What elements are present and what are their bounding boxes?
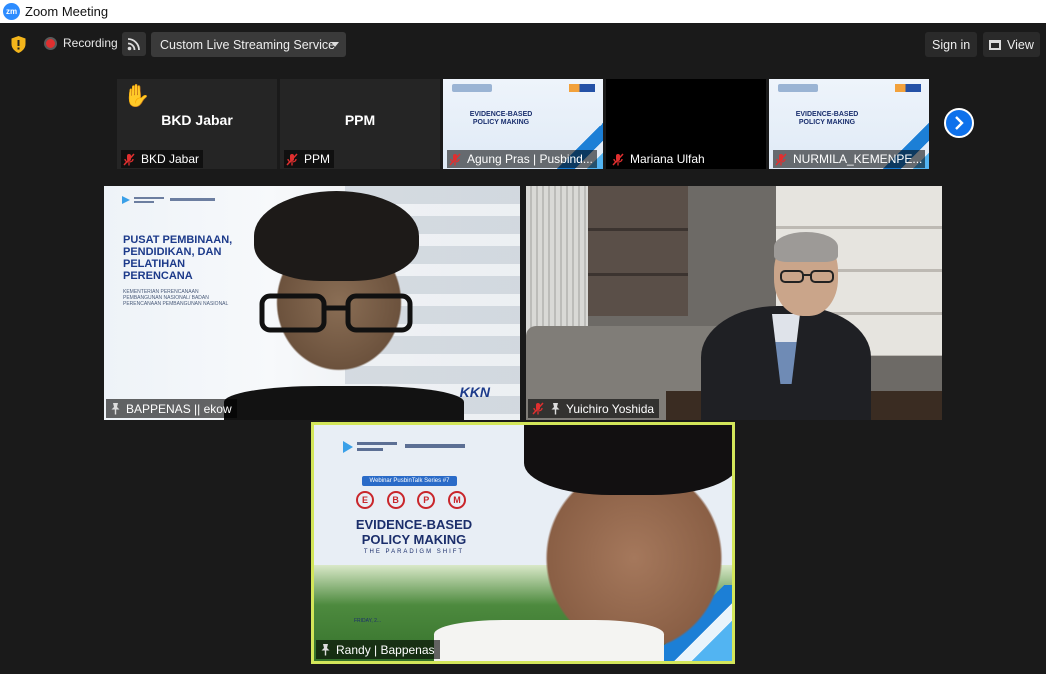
- participant-thumbnail[interactable]: PPM PPM: [280, 79, 440, 169]
- background-dark-shelf: [588, 186, 688, 316]
- slide-subtitle: KEMENTERIAN PERENCANAAN PEMBANGUNAN NASI…: [123, 289, 229, 307]
- sign-in-button[interactable]: Sign in: [925, 32, 978, 57]
- participant-thumbnail[interactable]: Mariana Ulfah: [606, 79, 766, 169]
- ebpm-letter: E: [356, 491, 374, 509]
- slide-title: PUSAT PEMBINAAN, PENDIDIKAN, DAN PELATIH…: [123, 234, 233, 282]
- slide-partner-logos: [895, 84, 921, 92]
- slide-partner-logos: [569, 84, 595, 92]
- slide-logo: [778, 84, 818, 92]
- zoom-logo-icon: zm: [3, 3, 20, 20]
- next-page-button[interactable]: [944, 108, 974, 138]
- security-shield-icon[interactable]: [10, 35, 27, 54]
- microphone-muted-icon: [286, 152, 298, 166]
- slide-corner-logo: KKN: [459, 384, 490, 400]
- ebpm-letter: B: [386, 491, 405, 509]
- participant-name-label: NURMILA_KEMENPE...: [773, 150, 925, 168]
- ebpm-letter: P: [417, 491, 436, 509]
- chevron-down-icon: [331, 42, 339, 47]
- participant-name: Agung Pras | Pusbind...: [467, 152, 593, 166]
- participant-name-label: Yuichiro Yoshida: [528, 399, 660, 418]
- microphone-muted-icon: [612, 152, 624, 166]
- video-tile[interactable]: PUSAT PEMBINAAN, PENDIDIKAN, DAN PELATIH…: [104, 186, 520, 420]
- raised-hand-icon: ✋: [123, 83, 151, 108]
- participant-thumbnail[interactable]: ✋ BKD Jabar BKD Jabar: [117, 79, 277, 169]
- participant-thumbnail[interactable]: EVIDENCE-BASED POLICY MAKING NURMILA_KEM…: [769, 79, 929, 169]
- title-bar: zm Zoom Meeting: [0, 0, 1046, 23]
- stream-service-dropdown[interactable]: Custom Live Streaming Service: [151, 32, 346, 57]
- slide-logo: [343, 441, 465, 453]
- webinar-series-badge: Webinar PusbinTalk Series #7: [362, 476, 457, 486]
- participant-shirt: [434, 620, 664, 661]
- rss-icon: [127, 38, 140, 51]
- slide-date-text: FRIDAY, 2...: [354, 618, 382, 624]
- participant-name: BKD Jabar: [141, 152, 200, 166]
- participant-name-label: Agung Pras | Pusbind...: [447, 150, 597, 168]
- participant-hair: [774, 232, 838, 262]
- participant-name-label: BAPPENAS || ekow: [106, 399, 237, 418]
- window-title: Zoom Meeting: [25, 4, 109, 19]
- view-button[interactable]: View: [983, 32, 1040, 57]
- participant-name: PPM: [304, 152, 331, 166]
- view-label: View: [1007, 37, 1034, 52]
- active-speaker-video-tile[interactable]: Webinar PusbinTalk Series #7 E B P M EVI…: [311, 422, 735, 664]
- participant-name-label: BKD Jabar: [121, 150, 204, 168]
- ebpm-badges: E B P M: [356, 491, 466, 511]
- participant-hair: [254, 191, 419, 281]
- participant-name-label: Randy | Bappenas: [316, 640, 440, 659]
- participant-name: NURMILA_KEMENPE...: [793, 152, 923, 166]
- participant-display-name: PPM: [344, 112, 376, 128]
- slide-title: EVIDENCE-BASED POLICY MAKING: [795, 111, 859, 126]
- participant-name-label: Mariana Ulfah: [610, 150, 709, 168]
- sign-in-label: Sign in: [932, 37, 971, 52]
- participant-thumbnail[interactable]: EVIDENCE-BASED POLICY MAKING Agung Pras …: [443, 79, 603, 169]
- slide-logo: [122, 196, 215, 204]
- slide-title: EVIDENCE-BASED POLICY MAKING: [469, 111, 533, 126]
- participant-name: BAPPENAS || ekow: [126, 401, 232, 416]
- recording-indicator[interactable]: Recording: [44, 36, 118, 50]
- chevron-right-icon: [955, 116, 964, 130]
- microphone-muted-icon: [123, 152, 135, 166]
- participant-display-name: BKD Jabar: [161, 112, 233, 128]
- slide-title: EVIDENCE-BASED POLICY MAKING: [355, 517, 473, 547]
- glasses-decoration: [780, 270, 834, 283]
- pin-icon: [321, 644, 330, 656]
- participant-name-label: PPM: [284, 150, 335, 168]
- microphone-muted-icon: [449, 152, 461, 166]
- participant-hair: [524, 425, 732, 495]
- view-grid-icon: [989, 39, 1001, 50]
- participant-name: Yuichiro Yoshida: [566, 401, 655, 416]
- stream-service-value: Custom Live Streaming Service: [160, 37, 336, 52]
- recording-label: Recording: [63, 36, 118, 50]
- slide-logo: [452, 84, 492, 92]
- microphone-muted-icon: [532, 402, 544, 415]
- recording-dot-icon: [44, 36, 57, 50]
- participant-name: Randy | Bappenas: [336, 642, 435, 657]
- glasses-decoration: [259, 293, 413, 333]
- live-stream-button[interactable]: [122, 32, 146, 56]
- pin-icon: [551, 403, 560, 415]
- pin-icon: [111, 403, 120, 415]
- microphone-muted-icon: [775, 152, 787, 166]
- participant-body: [224, 386, 464, 420]
- ebpm-letter: M: [447, 491, 466, 509]
- participant-name: Mariana Ulfah: [630, 152, 705, 166]
- meeting-toolbar: Recording Custom Live Streaming Service …: [0, 23, 1046, 65]
- video-tile[interactable]: Yuichiro Yoshida: [526, 186, 942, 420]
- slide-subtitle: THE PARADIGM SHIFT: [363, 549, 465, 555]
